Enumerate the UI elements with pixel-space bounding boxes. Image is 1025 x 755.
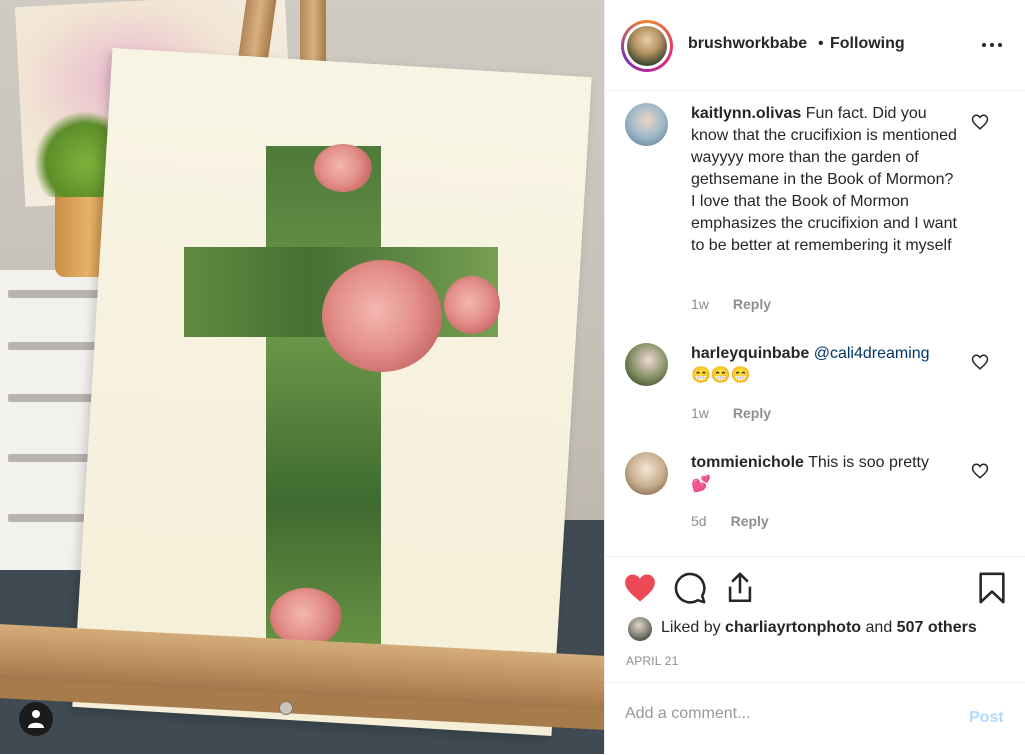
rose-painting [322,260,442,372]
likes-others-link[interactable]: 507 others [897,619,977,636]
comment-age[interactable]: 1w [691,296,709,312]
comment-meta: 1w Reply [691,296,771,312]
bookmark-icon[interactable] [975,571,1009,605]
commenter-avatar[interactable] [625,103,668,146]
comment-text: kaitlynn.olivas Fun fact. Did you know t… [691,103,957,257]
comment-meta: 5d Reply [691,513,769,529]
commenter-avatar[interactable] [625,452,668,495]
comment-age[interactable]: 5d [691,513,707,529]
easel-screw [279,701,293,715]
author-avatar-image [627,26,667,66]
following-button[interactable]: Following [830,35,905,53]
comment-text: tommienichole This is soo pretty 💕 [691,452,957,496]
header-separator: • [818,35,824,52]
commenter-avatar[interactable] [625,343,668,386]
comment-like-icon[interactable] [971,353,989,371]
commenter-username[interactable]: harleyquinbabe [691,345,809,362]
post-photo[interactable] [0,0,604,754]
comment-age[interactable]: 1w [691,405,709,421]
comment-emojis: 😁😁😁 [691,367,751,384]
more-options-icon[interactable] [977,30,1007,60]
likes-summary: Liked by charliayrtonphoto and 507 other… [625,615,1025,643]
reply-button[interactable]: Reply [733,296,771,312]
post-sidebar: brushworkbabe • Following kaitlynn.oliva… [604,0,1025,754]
comment-meta: 1w Reply [691,405,771,421]
comment-composer: Add a comment... Post [605,682,1025,755]
comment-mention-link[interactable]: @cali4dreaming [814,345,930,362]
likes-and: and [865,619,893,636]
commenter-username[interactable]: tommienichole [691,454,804,471]
post-comment-button[interactable]: Post [969,709,1004,727]
comment-input[interactable]: Add a comment... [625,705,945,731]
rose-painting [270,588,342,646]
comment-list: kaitlynn.olivas Fun fact. Did you know t… [605,91,1025,556]
comment-body: This is soo pretty [808,454,929,471]
commenter-username[interactable]: kaitlynn.olivas [691,105,801,122]
tagged-users-button[interactable] [19,702,53,736]
comment-body: Fun fact. Did you know that the crucifix… [691,105,957,254]
drawer-handle [8,290,108,298]
author-username[interactable]: brushworkbabe [688,35,807,53]
comment-emojis: 💕 [691,476,711,493]
cross-vertical-bar [266,146,381,658]
rose-painting [444,276,500,334]
post-header: brushworkbabe • Following [605,0,1025,91]
author-avatar[interactable] [621,20,673,72]
reply-button[interactable]: Reply [733,405,771,421]
comment-icon[interactable] [673,571,707,605]
share-icon[interactable] [723,571,757,605]
post-modal: brushworkbabe • Following kaitlynn.oliva… [0,0,1025,754]
reply-button[interactable]: Reply [731,513,769,529]
liker-username[interactable]: charliayrtonphoto [725,619,861,636]
comment-text: harleyquinbabe @cali4dreaming 😁😁😁 [691,343,957,387]
drawer-handle [8,342,108,350]
post-date[interactable]: APRIL 21 [626,654,679,668]
likes-prefix: Liked by [661,619,721,636]
rose-painting [314,144,372,192]
user-icon [28,710,44,728]
comment-like-icon[interactable] [971,462,989,480]
liker-avatar[interactable] [628,617,652,641]
comment-like-icon[interactable] [971,113,989,131]
heart-filled-icon[interactable] [623,571,657,605]
